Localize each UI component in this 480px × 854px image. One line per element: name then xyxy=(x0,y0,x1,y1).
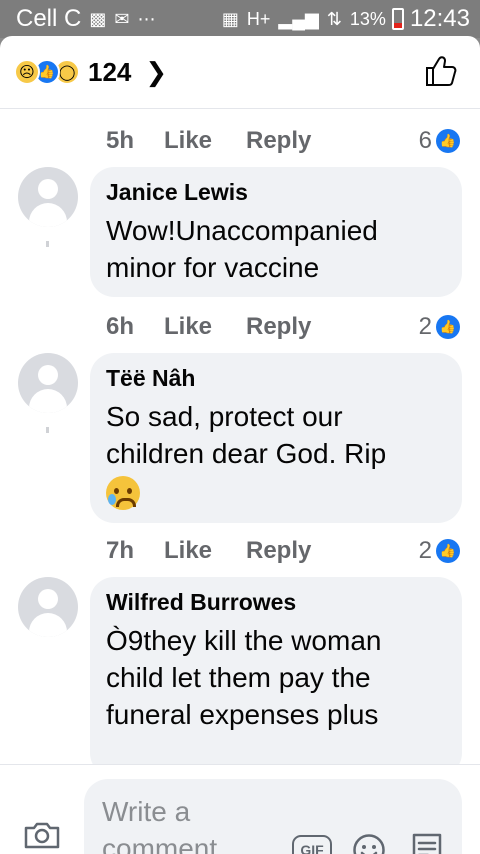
reaction-count: 124 xyxy=(88,56,132,87)
comment-time: 7h xyxy=(106,537,135,564)
like-badge-icon: 👍 xyxy=(436,129,460,153)
network-type: H+ xyxy=(246,8,271,29)
sad-reaction-icon: ☹ xyxy=(14,59,40,85)
comment-author[interactable]: Janice Lewis xyxy=(106,179,446,206)
comment-time: 5h xyxy=(106,127,135,154)
like-link[interactable]: Like xyxy=(164,537,246,565)
comment-composer: Write a comment… GIF xyxy=(0,764,480,854)
carrier-label: Cell C xyxy=(16,5,82,32)
data-icon: ⇅ xyxy=(326,8,342,29)
signal-icon: ▂▄▆ xyxy=(278,8,319,29)
comment-author[interactable]: Wilfred Burrowes xyxy=(106,589,446,616)
comment-bubble[interactable]: Tëë Nâh So sad, protect our children dea… xyxy=(90,353,462,523)
vibrate-icon: ▦ xyxy=(221,8,239,29)
comment-bubble[interactable]: Wilfred Burrowes Ò9they kill the woman c… xyxy=(90,577,462,764)
comment-text: Ò9they kill the woman child let them pay… xyxy=(106,625,382,730)
reply-link[interactable]: Reply xyxy=(246,313,311,341)
mail-icon: ✉ xyxy=(114,8,130,29)
like-badge-icon: 👍 xyxy=(436,539,460,563)
thread-line xyxy=(46,427,49,433)
avatar[interactable] xyxy=(18,577,78,637)
chevron-right-icon: ❯ xyxy=(145,56,168,87)
like-link[interactable]: Like xyxy=(164,313,246,341)
comment-text: Wow!Unaccompanied minor for vaccine xyxy=(106,215,378,283)
like-count-number: 6 xyxy=(418,127,432,154)
status-bar: Cell C ▩ ✉ ⋯ ▦ H+ ▂▄▆ ⇅ 13% 12:43 xyxy=(0,0,480,38)
like-link[interactable]: Like xyxy=(164,127,246,155)
notification-icon: ▩ xyxy=(89,8,107,29)
comment-list[interactable]: 5h Like Reply 6 👍 Janice Lewis Wow!Unacc… xyxy=(0,108,480,764)
comment-time: 6h xyxy=(106,313,135,340)
reply-link[interactable]: Reply xyxy=(246,127,311,155)
emoji-smile-icon[interactable] xyxy=(352,833,386,854)
reactions-header[interactable]: ☹ 👍 ◯ 124 ❯ xyxy=(0,36,480,108)
more-dots-icon: ⋯ xyxy=(137,8,156,29)
comment-actions: 5h Like Reply xyxy=(106,127,311,155)
sticker-icon[interactable] xyxy=(408,831,446,854)
battery-percent: 13% xyxy=(349,8,386,29)
reply-link[interactable]: Reply xyxy=(246,537,311,565)
clock: 12:43 xyxy=(409,5,470,32)
comment-actions: 7h Like Reply xyxy=(106,537,311,565)
camera-icon[interactable] xyxy=(24,821,60,849)
comments-sheet: ☹ 👍 ◯ 124 ❯ 5h Like Reply 6 👍 Janice Lew… xyxy=(0,36,480,854)
thread-line xyxy=(46,241,49,247)
comment-like-count[interactable]: 2 👍 xyxy=(419,313,460,341)
comment-input[interactable]: Write a comment… GIF xyxy=(84,779,462,854)
avatar[interactable] xyxy=(18,167,78,227)
gif-icon[interactable]: GIF xyxy=(292,835,332,854)
comment-actions: 6h Like Reply xyxy=(106,313,311,341)
comment-input-placeholder: Write a comment… xyxy=(102,796,246,854)
sad-tear-emoji-icon xyxy=(106,475,140,510)
like-count-number: 2 xyxy=(418,537,432,564)
like-count-number: 2 xyxy=(418,313,432,340)
battery-icon xyxy=(391,8,404,30)
like-badge-icon: 👍 xyxy=(436,315,460,339)
comment-like-count[interactable]: 6 👍 xyxy=(419,127,460,155)
comment-bubble[interactable]: Janice Lewis Wow!Unaccompanied minor for… xyxy=(90,167,462,297)
avatar[interactable] xyxy=(18,353,78,413)
comment-text-content: So sad, protect our children dear God. R… xyxy=(106,401,387,469)
comment-like-count[interactable]: 2 👍 xyxy=(419,537,460,565)
comment-author[interactable]: Tëë Nâh xyxy=(106,365,446,392)
comment-text: So sad, protect our children dear God. R… xyxy=(106,398,406,510)
like-post-button[interactable] xyxy=(424,54,458,88)
